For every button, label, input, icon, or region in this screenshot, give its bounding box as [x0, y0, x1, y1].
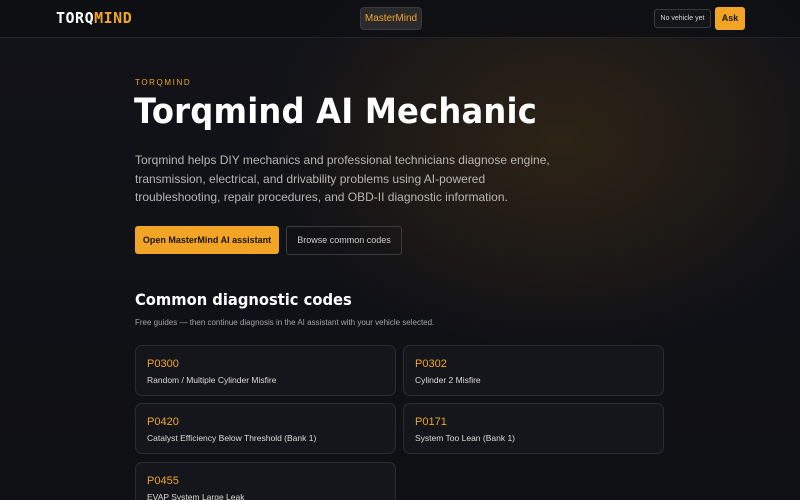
code-label: P0420 — [147, 416, 179, 428]
page-title: Torqmind AI Mechanic — [134, 92, 537, 132]
hero-description: Torqmind helps DIY mechanics and profess… — [135, 153, 550, 204]
code-description: Cylinder 2 Misfire — [415, 375, 481, 385]
logo-text-torq: TORQ — [56, 9, 95, 27]
open-mastermind-button[interactable]: Open MasterMind AI assistant — [135, 226, 279, 254]
code-card-p0302[interactable]: P0302 Cylinder 2 Misfire — [403, 345, 664, 396]
code-card-p0300[interactable]: P0300 Random / Multiple Cylinder Misfire — [135, 345, 396, 396]
browse-codes-button[interactable]: Browse common codes — [286, 226, 402, 255]
code-card-p0420[interactable]: P0420 Catalyst Efficiency Below Threshol… — [135, 403, 396, 454]
mastermind-nav-button[interactable]: MasterMind — [360, 7, 422, 30]
top-navigation-bar: TORQMIND MasterMind No vehicle yet Ask — [0, 0, 800, 38]
code-label: P0171 — [415, 416, 447, 428]
vehicle-select-button[interactable]: No vehicle yet — [654, 9, 711, 28]
hero-eyebrow: TORQMIND — [135, 78, 192, 87]
code-description: System Too Lean (Bank 1) — [415, 433, 516, 443]
code-label: P0302 — [415, 358, 447, 370]
code-card-p0171[interactable]: P0171 System Too Lean (Bank 1) — [403, 403, 664, 454]
codes-section-title: Common diagnostic codes — [135, 290, 352, 309]
code-description: Random / Multiple Cylinder Misfire — [147, 375, 277, 385]
code-description: EVAP System Large Leak — [147, 492, 245, 500]
logo-text-mind: MIND — [94, 9, 133, 27]
code-description: Catalyst Efficiency Below Threshold (Ban… — [147, 433, 317, 443]
code-label: P0300 — [147, 358, 179, 370]
codes-section-subtitle: Free guides — then continue diagnosis in… — [135, 318, 435, 327]
ask-button[interactable]: Ask — [715, 7, 745, 30]
code-label: P0455 — [147, 475, 179, 487]
code-card-p0455[interactable]: P0455 EVAP System Large Leak — [135, 462, 396, 500]
torqmind-logo[interactable]: TORQMIND — [56, 9, 132, 27]
